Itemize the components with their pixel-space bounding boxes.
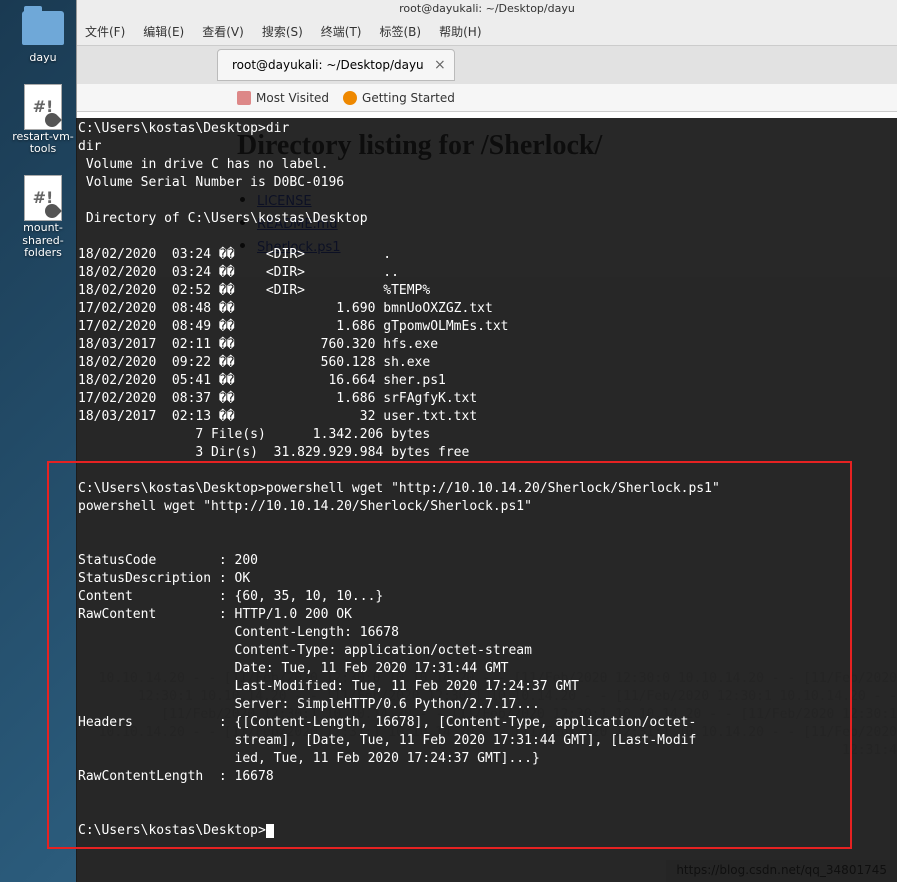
script-icon: #! [19, 85, 67, 129]
menu-terminal[interactable]: 终端(T) [321, 23, 362, 40]
firefox-icon [343, 91, 357, 105]
desktop-icons: dayu #! restart-vm-tools #! mount-shared… [6, 6, 80, 280]
menu-view[interactable]: 查看(V) [202, 23, 244, 40]
desktop-icon-restart-vm-tools[interactable]: #! restart-vm-tools [6, 85, 80, 156]
menu-bar: 文件(F) 编辑(E) 查看(V) 搜索(S) 终端(T) 标签(B) 帮助(H… [77, 18, 897, 46]
terminal-prompt: C:\Users\kostas\Desktop> [78, 823, 266, 838]
bookmark-getting-started[interactable]: Getting Started [343, 91, 455, 105]
menu-file[interactable]: 文件(F) [85, 23, 125, 40]
desktop-icon-dayu[interactable]: dayu [6, 6, 80, 65]
window-title: root@dayukali: ~/Desktop/dayu [77, 0, 897, 18]
tab-title: root@dayukali: ~/Desktop/dayu [232, 58, 424, 72]
desktop-icon-label: dayu [29, 52, 56, 65]
bookmark-label: Getting Started [362, 91, 455, 105]
menu-tabs[interactable]: 标签(B) [380, 23, 422, 40]
script-icon: #! [19, 176, 67, 220]
terminal[interactable]: C:\Users\kostas\Desktop>dir dir Volume i… [76, 118, 897, 882]
terminal-cursor [266, 824, 274, 838]
terminal-output-wget: C:\Users\kostas\Desktop>powershell wget … [78, 481, 720, 784]
tab-active[interactable]: root@dayukali: ~/Desktop/dayu × [217, 49, 455, 81]
bookmark-label: Most Visited [256, 91, 329, 105]
folder-icon [19, 6, 67, 50]
bookmark-folder-icon [237, 91, 251, 105]
bookmark-bar: Most Visited Getting Started [77, 84, 897, 112]
close-icon[interactable]: × [434, 57, 446, 73]
desktop-icon-mount-shared-folders[interactable]: #! mount-shared-folders [6, 176, 80, 260]
desktop-icon-label: mount-shared-folders [6, 222, 80, 260]
menu-edit[interactable]: 编辑(E) [143, 23, 184, 40]
menu-search[interactable]: 搜索(S) [262, 23, 303, 40]
bookmark-most-visited[interactable]: Most Visited [237, 91, 329, 105]
terminal-output-dir: C:\Users\kostas\Desktop>dir dir Volume i… [78, 121, 508, 460]
tab-bar: root@dayukali: ~/Desktop/dayu × [77, 46, 897, 84]
desktop-icon-label: restart-vm-tools [6, 131, 80, 156]
menu-help[interactable]: 帮助(H) [439, 23, 481, 40]
